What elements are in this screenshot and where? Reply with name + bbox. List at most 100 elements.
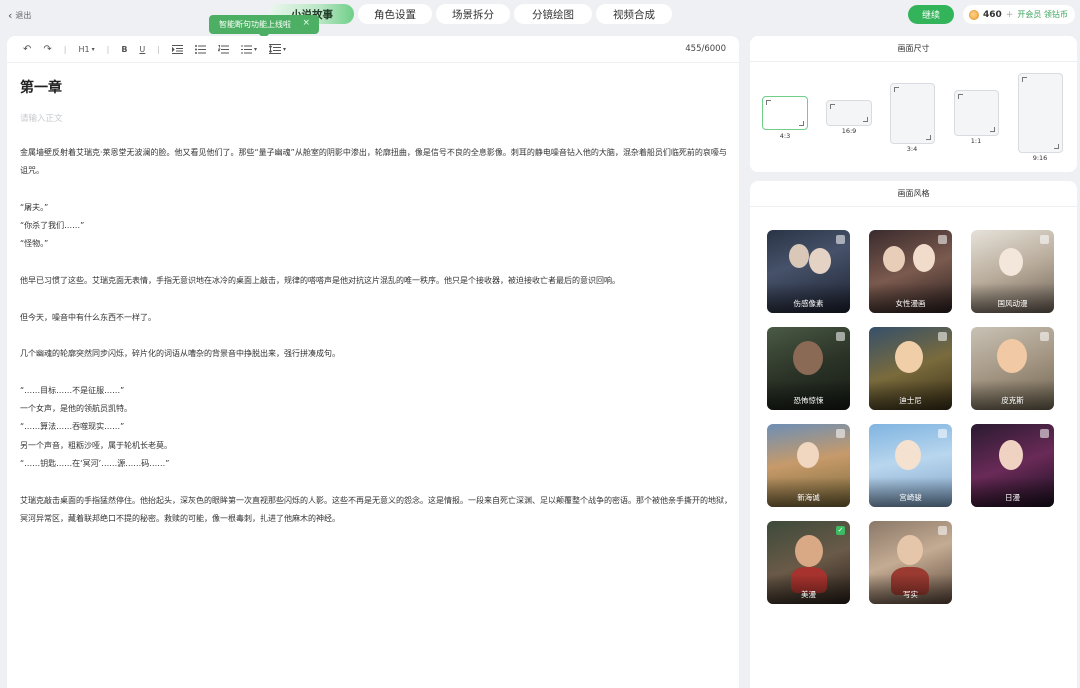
redo-icon[interactable]: ↷	[43, 44, 51, 55]
list-style-dropdown[interactable]: ▾	[240, 45, 257, 54]
ratio-label: 1:1	[970, 137, 982, 145]
corner-mark	[926, 135, 931, 140]
style-checkbox[interactable]	[938, 429, 947, 438]
coin-icon	[969, 9, 979, 20]
ratio-label: 3:4	[906, 145, 918, 153]
style-card-american-comic[interactable]: ✓ 美漫	[767, 521, 850, 604]
tab-scene-split[interactable]: 场景拆分	[436, 4, 510, 24]
style-checkbox[interactable]	[836, 429, 845, 438]
corner-mark	[863, 117, 868, 122]
figure-face	[897, 535, 923, 565]
ratio-option-3-4[interactable]	[890, 83, 935, 144]
paragraph: “……算法……吞噬现实……”	[20, 422, 125, 432]
underline-button[interactable]: U	[139, 45, 145, 54]
style-card-japanese-manga[interactable]: 日漫	[971, 424, 1054, 507]
heading-dropdown[interactable]: H1 ▾	[78, 45, 94, 54]
continue-button[interactable]: 继续	[908, 5, 954, 24]
paragraph: “屠夫。”	[20, 202, 49, 212]
exit-label: 退出	[15, 10, 32, 20]
style-name: 迪士尼	[899, 396, 922, 405]
style-checkbox[interactable]	[938, 526, 947, 535]
paragraph: “怪物。”	[20, 239, 49, 249]
coin-balance[interactable]: 460 + 开会员 领钻币	[963, 5, 1075, 24]
tab-character-settings[interactable]: 角色设置	[358, 4, 432, 24]
style-card-sad-pixel[interactable]: 伤感像素	[767, 230, 850, 313]
add-coins-icon[interactable]: +	[1006, 10, 1014, 20]
exit-button[interactable]: ‹ 退出	[8, 8, 31, 22]
style-checkbox[interactable]	[836, 235, 845, 244]
tab-video-compose[interactable]: 视频合成	[596, 4, 672, 24]
bullet-list-icon[interactable]	[194, 44, 206, 54]
style-name: 女性漫画	[895, 299, 926, 308]
paragraph: “你杀了我们……”	[20, 221, 85, 231]
tab-storyboard[interactable]: 分镜绘图	[514, 4, 592, 24]
style-checkbox[interactable]	[1040, 235, 1049, 244]
paragraph: 他早已习惯了这些。艾瑞克面无表情，手指无意识地在冰冷的桌面上敲击，规律的嗒嗒声是…	[20, 276, 620, 286]
art-style-panel: 画面风格 伤感像素 女性漫画 国风动漫 恐怖惊悚 迪士尼 皮克斯 新海诚 宫崎骏…	[750, 181, 1077, 688]
style-card-miyazaki[interactable]: 宫崎骏	[869, 424, 952, 507]
check-icon[interactable]: ✓	[836, 526, 845, 535]
tooltip-text: 智能断句功能上线啦	[219, 20, 291, 29]
chevron-down-icon: ▾	[253, 45, 257, 53]
style-name: 伤感像素	[793, 299, 824, 308]
numbered-list-icon[interactable]	[217, 44, 229, 54]
style-checkbox[interactable]	[1040, 429, 1049, 438]
figure-face	[895, 341, 923, 373]
corner-mark	[1054, 144, 1059, 149]
chapter-title[interactable]: 第一章	[20, 77, 739, 97]
line-height-dropdown[interactable]: ▾	[269, 44, 286, 54]
ratio-label: 9:16	[1032, 154, 1048, 162]
paragraph: 几个幽魂的轮廓突然同步闪烁，碎片化的词语从嘈杂的背景音中挣脱出来，强行拼凑成句。	[20, 349, 340, 359]
chevron-down-icon: ▾	[283, 45, 287, 53]
vip-link[interactable]: 开会员 领钻币	[1017, 9, 1068, 20]
word-count: 455/6000	[685, 44, 726, 54]
ratio-option-9-16[interactable]	[1018, 73, 1063, 153]
ratio-option-4-3[interactable]	[762, 96, 808, 130]
feature-tooltip: 智能断句功能上线啦 ×	[209, 15, 319, 39]
paragraph: 艾瑞克敲击桌面的手指猛然停住。他抬起头，深灰色的眼眸第一次直视那些闪烁的人影。这…	[20, 495, 732, 523]
style-card-horror[interactable]: 恐怖惊悚	[767, 327, 850, 410]
toolbar-divider: |	[63, 44, 67, 54]
style-checkbox[interactable]	[1040, 332, 1049, 341]
style-checkbox[interactable]	[938, 235, 947, 244]
style-checkbox[interactable]	[938, 332, 947, 341]
corner-mark	[1022, 77, 1027, 82]
ratio-option-1-1[interactable]	[954, 90, 999, 136]
style-card-realistic[interactable]: 写实	[869, 521, 952, 604]
corner-mark	[799, 121, 804, 126]
figure-face	[999, 440, 1023, 470]
style-name: 恐怖惊悚	[793, 396, 824, 405]
style-name: 新海诚	[797, 493, 820, 502]
style-card-pixar[interactable]: 皮克斯	[971, 327, 1054, 410]
toolbar-divider: |	[106, 44, 110, 54]
indent-icon[interactable]	[171, 44, 183, 54]
coin-count: 460	[983, 9, 1002, 20]
workflow-tabs: 小说故事 角色设置 场景拆分 分镜绘图 视频合成	[270, 4, 672, 26]
editor-content[interactable]: 第一章 请输入正文 金属墙壁反射着艾瑞克·莱恩堂无波澜的脸。他又看见他们了。那些…	[7, 63, 739, 528]
body-placeholder[interactable]: 请输入正文	[20, 112, 739, 124]
style-name: 写实	[903, 590, 918, 599]
style-card-disney[interactable]: 迪士尼	[869, 327, 952, 410]
style-card-chinese-anime[interactable]: 国风动漫	[971, 230, 1054, 313]
bold-button[interactable]: B	[121, 45, 127, 54]
ratio-label: 16:9	[841, 127, 857, 135]
corner-mark	[830, 104, 835, 109]
undo-icon[interactable]: ↶	[23, 44, 31, 55]
figure-face	[999, 248, 1023, 276]
frame-size-title: 画面尺寸	[750, 36, 1077, 62]
ratio-option-16-9[interactable]	[826, 100, 872, 126]
style-checkbox[interactable]	[836, 332, 845, 341]
paragraph: 金属墙壁反射着艾瑞克·莱恩堂无波澜的脸。他又看见他们了。那些“量子幽魂”从舱室的…	[20, 148, 727, 176]
style-name: 美漫	[801, 590, 816, 599]
paragraph: 一个女声，是他的领航员凯特。	[20, 404, 132, 414]
style-card-shinkai[interactable]: 新海诚	[767, 424, 850, 507]
style-card-female-comic[interactable]: 女性漫画	[869, 230, 952, 313]
close-icon[interactable]: ×	[302, 18, 310, 28]
figure-face	[883, 246, 905, 272]
figure-face	[895, 440, 921, 470]
